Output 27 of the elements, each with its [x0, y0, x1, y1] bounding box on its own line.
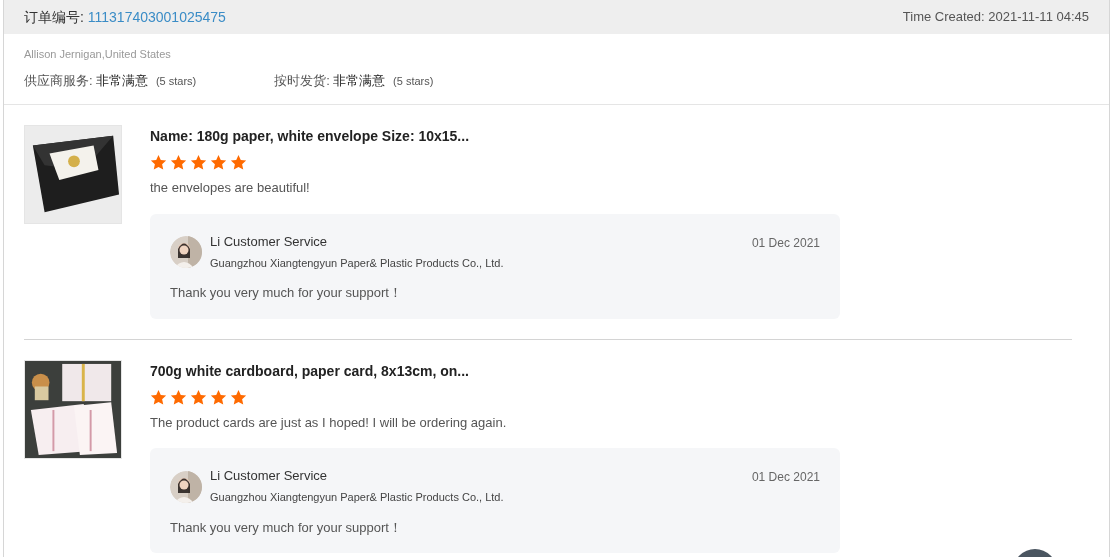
- reply-date: 01 Dec 2021: [751, 469, 820, 486]
- review-text: the envelopes are beautiful!: [150, 179, 311, 197]
- replier-name: Li Customer Service: [210, 233, 329, 250]
- order-number: 订单编号: 111317403001025475: [24, 7, 226, 27]
- buyer-name: Allison Jernigan,United States: [24, 47, 172, 62]
- star-icon: [210, 388, 227, 406]
- replier-name: Li Customer Service: [210, 468, 329, 484]
- star-icon: [190, 154, 207, 171]
- reply-date: 01 Dec 2021: [751, 234, 820, 252]
- company-name: Guangzhou Xiangtengyun Paper& Plastic Products Co., Ltd.: [210, 255, 504, 271]
- rating-summary: 按时发货: 非常满意 (5 stars): [274, 71, 434, 90]
- company-name: Guangzhou Xiangtengyun Paper& Plastic Products Co., Ltd.: [210, 490, 504, 505]
- star-icon: [150, 154, 167, 171]
- star-icon: [230, 388, 247, 406]
- product-title: Name: 180g paper, white envelope Size: 10x15...: [150, 127, 471, 146]
- reply-text: Thank you very much for your support！: [170, 518, 403, 537]
- reply-text: Thank you very much for your support！: [170, 284, 403, 302]
- star-icon: [170, 154, 187, 171]
- review-text: The product cards are just as I hoped! I will be ordering again.: [150, 413, 508, 432]
- star-icon: [190, 388, 207, 406]
- time-created: Time Created: 2021-11-11 04:45: [902, 8, 1089, 27]
- rating-summary: 供应商服务: 非常满意 (5 stars): [24, 71, 197, 90]
- product-title: 700g white cardboard, paper card, 8x13cm, on...: [150, 361, 470, 381]
- star-icon: [170, 388, 187, 406]
- star-icon: [150, 388, 167, 406]
- star-icon: [230, 154, 247, 171]
- star-icon: [210, 154, 227, 171]
